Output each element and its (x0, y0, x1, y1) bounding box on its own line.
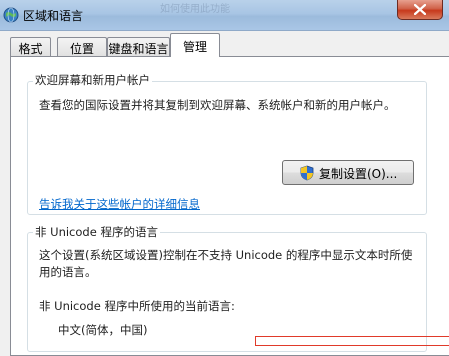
current-language-value: 中文(简体，中国) (58, 323, 148, 337)
copy-settings-label: 复制设置(O)... (319, 167, 398, 181)
close-button[interactable] (397, 0, 443, 20)
window-title: 区域和语言 (23, 9, 84, 23)
tab-label: 管理 (182, 40, 207, 54)
tab-format[interactable]: 格式 (10, 37, 51, 56)
uac-shield-icon (300, 165, 314, 184)
close-icon (414, 4, 426, 15)
globe-icon (3, 7, 19, 23)
tab-keyboard-language[interactable]: 键盘和语言 (107, 37, 170, 56)
accounts-info-link[interactable]: 告诉我关于这些帐户的详细信息 (39, 196, 200, 212)
current-language-label: 非 Unicode 程序中所使用的当前语言: (39, 299, 235, 313)
unicode-group-title: 非 Unicode 程序的语言 (33, 224, 160, 240)
welcome-group-title: 欢迎屏幕和新用户帐户 (33, 72, 152, 88)
welcome-description: 查看您的国际设置并将其复制到欢迎屏幕、系统帐户和新的用户帐户。 (39, 98, 396, 112)
title-bar: 区域和语言 如何使用此功能 (0, 0, 449, 31)
tab-location[interactable]: 位置 (57, 37, 107, 56)
background-ghost-text: 如何使用此功能 (160, 4, 230, 15)
unicode-description-line2: 用的语言。 (39, 265, 97, 279)
tab-label: 格式 (18, 42, 43, 56)
unicode-description-line1: 这个设置(系统区域设置)控制在不支持 Unicode 的程序中显示文本时所使 (39, 248, 413, 262)
highlight-box (255, 336, 449, 346)
copy-settings-button[interactable]: 复制设置(O)... (282, 160, 414, 185)
tab-label: 键盘和语言 (108, 42, 169, 56)
tab-administrative[interactable]: 管理 (170, 33, 220, 57)
tab-label: 位置 (69, 42, 94, 56)
